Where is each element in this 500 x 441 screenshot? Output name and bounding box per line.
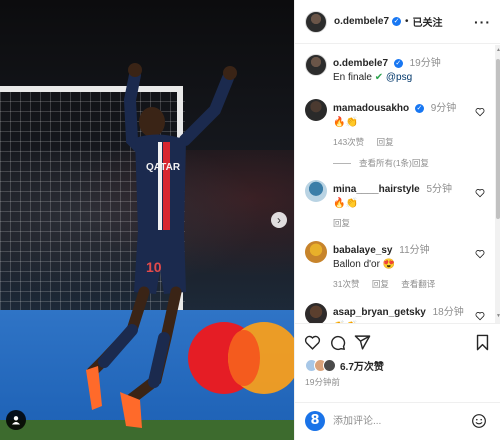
comment-time: 18分钟 xyxy=(432,307,464,318)
scrollbar[interactable]: ▲ ▼ xyxy=(495,45,500,323)
comment-icon[interactable] xyxy=(329,334,346,351)
caption-time: 19分钟 xyxy=(409,58,441,69)
likes-count[interactable]: 6.7万次赞 xyxy=(340,358,384,373)
comment-text: 🔥👏 xyxy=(333,117,358,128)
more-icon[interactable]: ··· xyxy=(474,14,491,30)
next-photo-icon[interactable]: › xyxy=(271,212,287,228)
comment-text: 🔥👏 xyxy=(333,198,358,209)
comment-likes[interactable]: 143次赞 xyxy=(333,137,364,147)
reply-button[interactable]: 回复 xyxy=(377,137,394,147)
heart-icon[interactable] xyxy=(475,249,485,259)
divider-line xyxy=(333,163,351,165)
avatar[interactable] xyxy=(305,180,327,202)
avatar[interactable] xyxy=(305,10,327,33)
comment-input[interactable] xyxy=(333,413,443,429)
instagram-post-modal: QATAR 10 › o.dembele7 ✓ • 已关注 ··· o.demb… xyxy=(0,0,500,440)
comments-list[interactable]: o.dembele7 ✓ 19分钟 En finale ✔ @psg mamad… xyxy=(295,45,495,323)
comment-time: 11分钟 xyxy=(399,245,430,256)
heart-icon[interactable] xyxy=(475,311,485,321)
post-side-panel: o.dembele7 ✓ • 已关注 ··· o.dembele7 ✓ 19分钟 xyxy=(294,0,500,440)
likes-summary[interactable]: 6.7万次赞 xyxy=(305,358,384,373)
post-header: o.dembele7 ✓ • 已关注 ··· xyxy=(295,0,500,44)
post-photo[interactable]: QATAR 10 › xyxy=(0,0,294,440)
emoji-icon[interactable] xyxy=(471,413,487,429)
scrollbar-thumb[interactable] xyxy=(496,59,500,219)
reply-button[interactable]: 回复 xyxy=(372,279,389,289)
jersey-sponsor: QATAR xyxy=(146,162,181,173)
reply-button[interactable]: 回复 xyxy=(333,218,350,228)
avatar[interactable] xyxy=(305,303,327,323)
comment-username[interactable]: asap_bryan_getsky xyxy=(333,307,426,318)
verified-badge-icon: ✓ xyxy=(414,103,424,113)
comment-text: Ballon d'or 😍 xyxy=(333,259,396,270)
add-comment-bar: 8 xyxy=(295,402,500,441)
comment-time: 5分钟 xyxy=(426,184,453,195)
check-emoji: ✔ xyxy=(374,72,384,83)
jersey-number: 10 xyxy=(146,259,162,275)
avatar[interactable] xyxy=(305,54,327,76)
save-icon[interactable] xyxy=(475,334,490,351)
follow-status-button[interactable]: 已关注 xyxy=(413,14,443,29)
header-username[interactable]: o.dembele7 xyxy=(334,16,389,27)
comment-time: 9分钟 xyxy=(430,103,457,114)
view-replies-button[interactable]: 查看所有(1条)回复 xyxy=(333,157,429,169)
scroll-up-arrow-icon[interactable]: ▲ xyxy=(496,47,500,53)
avatar[interactable] xyxy=(305,99,327,121)
comment-username[interactable]: mina____hairstyle xyxy=(333,184,420,195)
heart-icon[interactable] xyxy=(475,107,485,117)
verified-badge-icon: ✓ xyxy=(392,17,402,26)
verified-badge-icon: ✓ xyxy=(393,58,403,68)
separator-dot: • xyxy=(405,16,409,27)
caption-text: En finale xyxy=(333,72,372,83)
heart-icon[interactable] xyxy=(304,334,321,351)
tag-user-icon[interactable] xyxy=(6,410,26,430)
celebrating-player: QATAR 10 xyxy=(86,63,237,428)
post-actions: 6.7万次赞 19分钟前 8 xyxy=(295,323,500,440)
avatar xyxy=(323,359,336,372)
current-user-avatar: 8 xyxy=(305,411,325,431)
avatar[interactable] xyxy=(305,241,327,263)
view-replies-label: 查看所有(1条)回复 xyxy=(359,158,429,168)
heart-icon[interactable] xyxy=(475,188,485,198)
post-timestamp[interactable]: 19分钟前 xyxy=(305,376,340,388)
translate-button[interactable]: 查看翻译 xyxy=(401,279,435,289)
share-icon[interactable] xyxy=(354,334,371,351)
caption-username[interactable]: o.dembele7 xyxy=(333,58,388,69)
scroll-down-arrow-icon[interactable]: ▼ xyxy=(496,313,500,319)
comment-likes[interactable]: 31次赞 xyxy=(333,279,359,289)
comment-username[interactable]: babalaye_sy xyxy=(333,245,393,256)
comment-username[interactable]: mamadousakho xyxy=(333,103,409,114)
caption-tag-link[interactable]: @psg xyxy=(386,72,412,83)
